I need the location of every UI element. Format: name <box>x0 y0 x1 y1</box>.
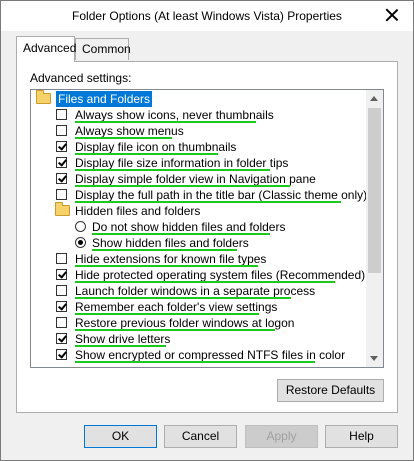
checkbox[interactable] <box>56 333 67 344</box>
ok-button[interactable]: OK <box>84 425 157 448</box>
apply-button[interactable]: Apply <box>245 425 318 448</box>
scroll-thumb[interactable] <box>368 108 381 273</box>
advanced-settings-label: Advanced settings: <box>30 71 132 85</box>
checkbox[interactable] <box>56 141 67 152</box>
highlight-underline <box>75 361 315 363</box>
checkbox[interactable] <box>56 109 67 120</box>
scroll-up-icon[interactable] <box>366 90 383 107</box>
tab-advanced[interactable]: Advanced <box>16 36 76 62</box>
folder-icon <box>36 90 51 104</box>
checkbox[interactable] <box>56 349 67 360</box>
folder-icon <box>55 202 70 216</box>
advanced-settings-list[interactable]: Files and Folders Always show icons, nev… <box>30 89 384 368</box>
scroll-down-icon[interactable] <box>366 350 383 367</box>
title-bar: Folder Options (At least Windows Vista) … <box>1 1 413 31</box>
tree-group-hidden-files[interactable]: Hidden files and folders <box>55 202 365 219</box>
close-icon[interactable] <box>383 6 401 24</box>
group-label: Hidden files and folders <box>75 204 201 218</box>
checkbox[interactable] <box>56 125 67 136</box>
checkbox[interactable] <box>56 173 67 184</box>
cancel-button[interactable]: Cancel <box>164 425 237 448</box>
group-label: Files and Folders <box>56 91 153 107</box>
checkbox[interactable] <box>56 157 67 168</box>
help-button[interactable]: Help <box>325 425 398 448</box>
checkbox[interactable] <box>56 189 67 200</box>
radio-button[interactable] <box>75 221 86 232</box>
folder-options-dialog: Folder Options (At least Windows Vista) … <box>0 0 414 461</box>
checkbox[interactable] <box>56 301 67 312</box>
restore-defaults-button[interactable]: Restore Defaults <box>277 379 384 402</box>
vertical-scrollbar[interactable] <box>366 90 383 367</box>
window-title: Folder Options (At least Windows Vista) … <box>72 9 342 23</box>
tab-common[interactable]: Common <box>75 38 131 60</box>
checkbox[interactable] <box>56 285 67 296</box>
checkbox[interactable] <box>56 269 67 280</box>
checkbox[interactable] <box>56 317 67 328</box>
radio-button[interactable] <box>75 237 86 248</box>
tree-group-files-and-folders[interactable]: Files and Folders <box>35 90 365 107</box>
checkbox[interactable] <box>56 253 67 264</box>
